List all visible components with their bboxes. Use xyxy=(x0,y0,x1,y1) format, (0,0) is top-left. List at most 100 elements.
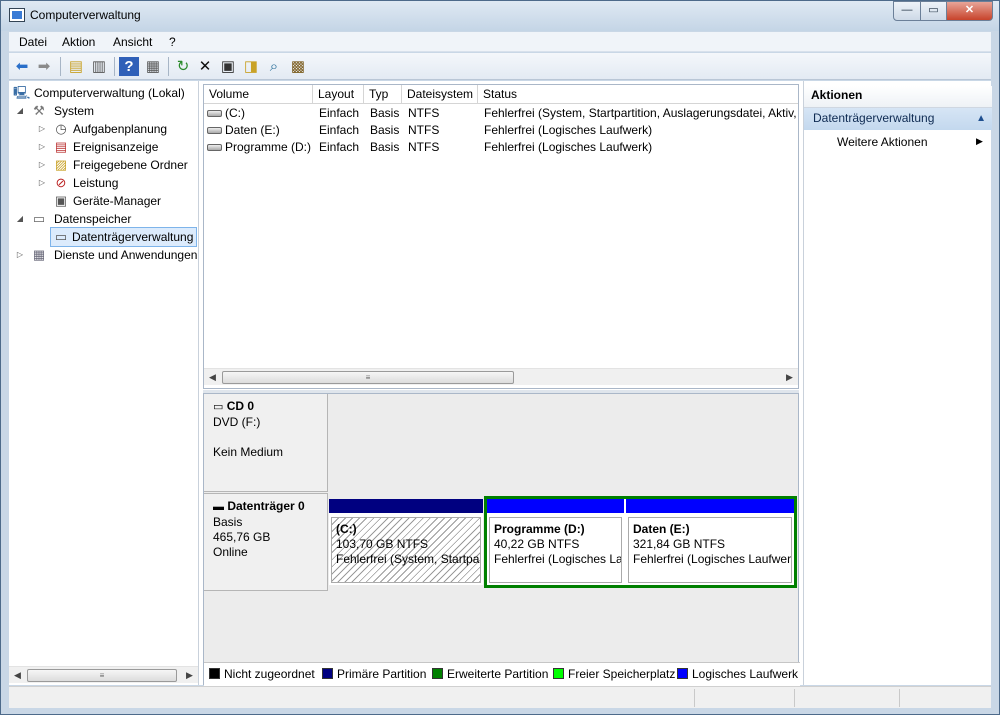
disk-label[interactable]: ▬ Datenträger 0 Basis 465,76 GB Online xyxy=(204,493,328,591)
back-icon[interactable]: ⬅ xyxy=(12,57,32,76)
cd-label[interactable]: ▭ CD 0 DVD (F:) Kein Medium xyxy=(204,394,328,492)
up-folder-icon[interactable]: ▤ xyxy=(66,57,86,76)
menu-aktion[interactable]: Aktion xyxy=(62,35,95,49)
scroll-right-icon[interactable]: ▶ xyxy=(181,667,198,684)
scroll-left-icon[interactable]: ◀ xyxy=(9,667,26,684)
actions-pane: Aktionen Datenträgerverwaltung ▲ Weitere… xyxy=(803,81,992,685)
toolbar: ⬅ ➡ ▤ ▥ ? ▦ ↻ ✕ ▣ ◨ ⌕ ▩ xyxy=(9,53,991,80)
computer-management-icon xyxy=(9,8,25,22)
expand-arrow-icon[interactable]: ▷ xyxy=(15,246,25,264)
legend-logical: Logisches Laufwerk xyxy=(677,663,798,685)
cd-area xyxy=(329,394,798,492)
legend-primary: Primäre Partition xyxy=(322,663,426,685)
disk-drive-icon: ▬ xyxy=(213,501,224,513)
search-icon[interactable]: ⌕ xyxy=(264,57,284,76)
partition-e[interactable]: Daten (E:) 321,84 GB NTFS Fehlerfrei (Lo… xyxy=(626,499,794,585)
expand-arrow-icon[interactable]: ▷ xyxy=(37,138,47,156)
minimize-button[interactable]: — xyxy=(893,1,921,21)
cd-media: Kein Medium xyxy=(213,445,284,459)
navigation-tree: 🖳 Computerverwaltung (Lokal) ◢ ⚒ System … xyxy=(9,81,199,685)
primary-partition-bar xyxy=(329,499,483,513)
scroll-left-icon[interactable]: ◀ xyxy=(204,369,221,386)
open-folder-icon[interactable]: ◨ xyxy=(241,57,261,76)
disk-graphical-view: ▭ CD 0 DVD (F:) Kein Medium ▬ Datenträge… xyxy=(203,393,800,686)
rescan-disks-icon[interactable]: ▩ xyxy=(288,57,308,76)
forward-icon[interactable]: ➡ xyxy=(34,57,54,76)
legend-extended: Erweiterte Partition xyxy=(432,663,548,685)
disk-area: (C:) 103,70 GB NTFS Fehlerfrei (System, … xyxy=(329,493,798,591)
disk-management-icon: ▭ xyxy=(54,229,68,244)
logical-drive-bar xyxy=(487,499,624,513)
maximize-button[interactable]: ▭ xyxy=(921,1,947,21)
computer-icon: 🖳 xyxy=(13,85,31,100)
drive-icon xyxy=(207,110,222,118)
scroll-thumb[interactable]: ≡ xyxy=(27,669,177,682)
expand-arrow-icon[interactable]: ▷ xyxy=(37,156,47,174)
table-row[interactable]: (C:) Einfach Basis NTFS Fehlerfrei (Syst… xyxy=(204,105,798,122)
main-window: Computerverwaltung — ▭ ✕ Datei Aktion An… xyxy=(0,0,1000,715)
menu-ansicht[interactable]: Ansicht xyxy=(113,35,152,49)
event-viewer-icon: ▤ xyxy=(54,139,68,154)
column-header-dateisystem[interactable]: Dateisystem xyxy=(402,85,478,104)
legend: Nicht zugeordnet Primäre Partition Erwei… xyxy=(204,662,800,686)
properties-icon[interactable]: ▣ xyxy=(218,57,238,76)
menu-datei[interactable]: Datei xyxy=(19,35,47,49)
table-row[interactable]: Daten (E:) Einfach Basis NTFS Fehlerfrei… xyxy=(204,122,798,139)
show-hide-tree-icon[interactable]: ▥ xyxy=(89,57,109,76)
disk-type: Basis xyxy=(213,515,243,529)
actions-title: Aktionen xyxy=(804,86,992,108)
menu-bar: Datei Aktion Ansicht ? xyxy=(9,32,991,52)
window-title: Computerverwaltung xyxy=(30,8,141,22)
expand-arrow-icon[interactable]: ▷ xyxy=(37,174,47,192)
show-hide-action-pane-icon[interactable]: ▦ xyxy=(143,57,163,76)
column-header-status[interactable]: Status xyxy=(478,85,798,104)
close-button[interactable]: ✕ xyxy=(947,1,993,21)
refresh-icon[interactable]: ↻ xyxy=(173,57,193,76)
partition-d[interactable]: Programme (D:) 40,22 GB NTFS Fehlerfrei … xyxy=(487,499,624,585)
legend-free-space: Freier Speicherplatz xyxy=(553,663,675,685)
disk-name: Datenträger 0 xyxy=(227,499,305,513)
content-area: 🖳 Computerverwaltung (Lokal) ◢ ⚒ System … xyxy=(9,81,992,686)
services-icon: ▦ xyxy=(32,247,46,262)
tree-horizontal-scrollbar[interactable]: ◀ ≡ ▶ xyxy=(9,666,198,683)
collapse-arrow-icon[interactable]: ◢ xyxy=(15,210,25,228)
cd-drive: DVD (F:) xyxy=(213,415,261,429)
disk-state: Online xyxy=(213,545,248,559)
clock-icon: ◷ xyxy=(55,121,67,136)
column-header-typ[interactable]: Typ xyxy=(364,85,402,104)
status-bar xyxy=(9,686,991,708)
title-bar[interactable]: Computerverwaltung — ▭ ✕ xyxy=(1,1,999,31)
cd-drive-icon: ▭ xyxy=(213,401,224,413)
drive-icon xyxy=(207,127,222,135)
drive-icon xyxy=(207,144,222,152)
column-header-layout[interactable]: Layout xyxy=(313,85,364,104)
scroll-right-icon[interactable]: ▶ xyxy=(781,369,798,386)
expand-arrow-icon[interactable]: ▷ xyxy=(37,120,47,138)
storage-icon: ▭ xyxy=(32,211,46,226)
legend-unallocated: Nicht zugeordnet xyxy=(209,663,315,685)
shared-folder-icon: ▨ xyxy=(54,157,68,172)
main-pane: Volume Layout Typ Dateisystem Status (C:… xyxy=(203,81,800,686)
submenu-arrow-icon[interactable]: ▶ xyxy=(976,136,983,147)
partition-c[interactable]: (C:) 103,70 GB NTFS Fehlerfrei (System, … xyxy=(329,499,483,585)
delete-icon[interactable]: ✕ xyxy=(195,57,215,76)
tools-icon: ⚒ xyxy=(33,103,45,118)
cd-name: CD 0 xyxy=(226,399,255,413)
action-weitere-aktionen[interactable]: Weitere Aktionen xyxy=(837,133,928,151)
menu-help[interactable]: ? xyxy=(169,35,176,49)
list-horizontal-scrollbar[interactable]: ◀ ≡ ▶ xyxy=(204,368,798,385)
actions-section-datentraegerverwaltung[interactable]: Datenträgerverwaltung ▲ xyxy=(804,108,992,130)
logical-drive-bar xyxy=(626,499,794,513)
scroll-thumb[interactable]: ≡ xyxy=(222,371,514,384)
tree-item-datentraegerverwaltung[interactable]: ▭ Datenträgerverwaltung xyxy=(50,227,197,247)
collapse-up-icon[interactable]: ▲ xyxy=(976,108,986,129)
collapse-arrow-icon[interactable]: ◢ xyxy=(15,102,25,120)
disk-size: 465,76 GB xyxy=(213,530,271,544)
performance-icon: ⊘ xyxy=(55,175,67,190)
help-icon[interactable]: ? xyxy=(119,57,139,76)
volume-list: Volume Layout Typ Dateisystem Status (C:… xyxy=(203,84,799,389)
column-header-volume[interactable]: Volume xyxy=(204,85,313,104)
extended-partition[interactable]: Programme (D:) 40,22 GB NTFS Fehlerfrei … xyxy=(484,496,797,588)
device-manager-icon: ▣ xyxy=(54,193,68,208)
table-row[interactable]: Programme (D:) Einfach Basis NTFS Fehler… xyxy=(204,139,798,156)
